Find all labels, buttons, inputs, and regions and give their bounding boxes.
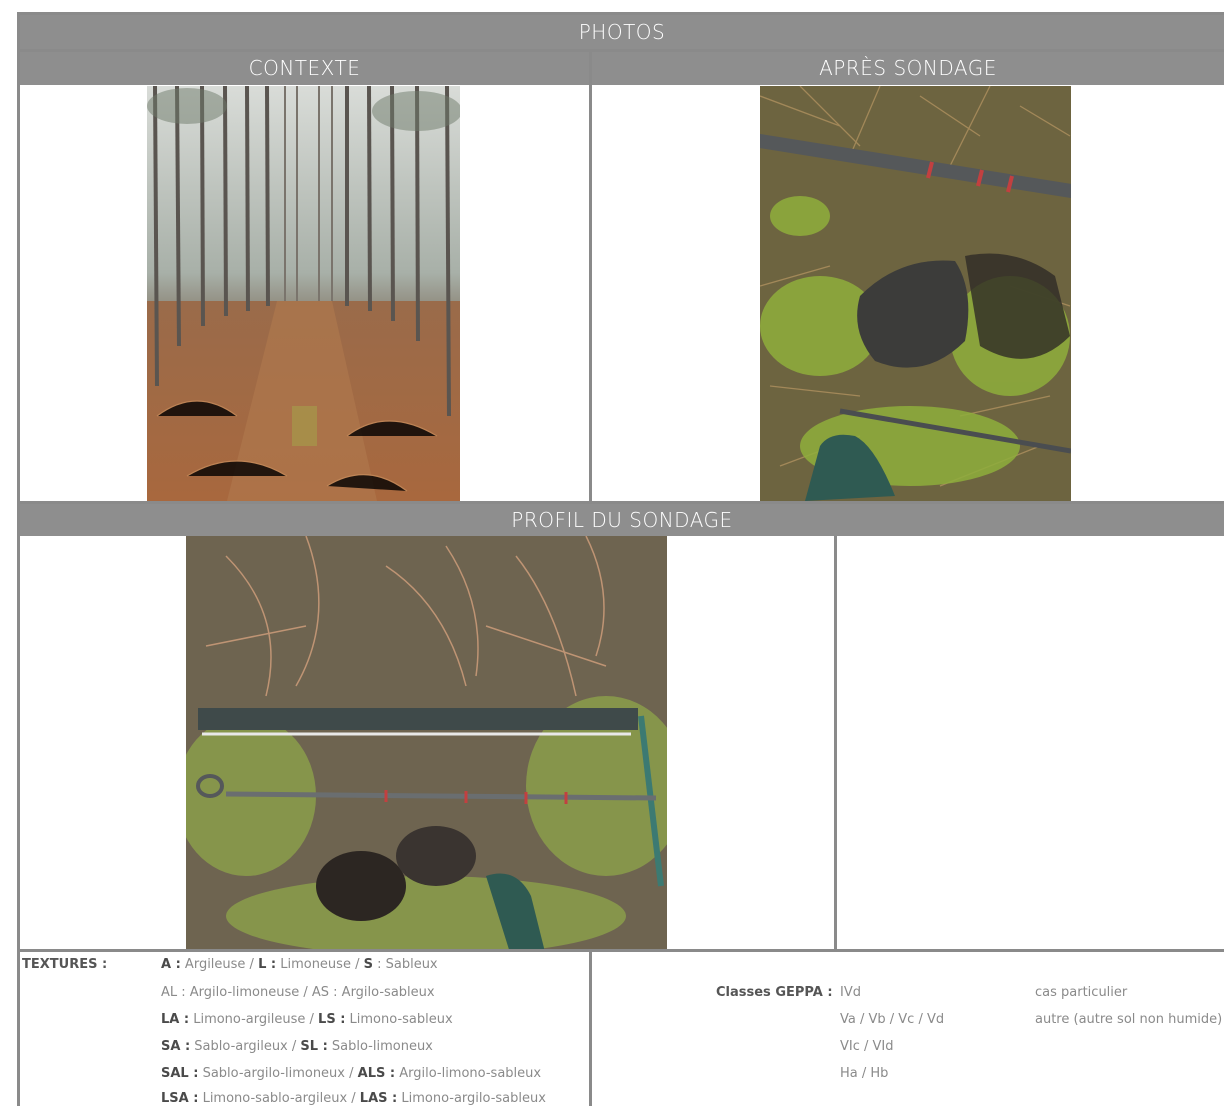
context-forest-photo xyxy=(147,86,460,501)
profile-photo xyxy=(186,536,667,949)
apres-sondage-header: APRÈS SONDAGE xyxy=(592,52,1224,85)
column-divider xyxy=(834,536,837,950)
photos-header: PHOTOS xyxy=(20,15,1224,49)
divider xyxy=(20,949,1224,952)
contexte-title: CONTEXTE xyxy=(248,56,361,80)
profil-header: PROFIL DU SONDAGE xyxy=(20,504,1224,536)
geppa-label: Classes GEPPA : xyxy=(716,985,833,1000)
geppa-class: Va / Vb / Vc / Vd xyxy=(840,1012,945,1027)
profil-title: PROFIL DU SONDAGE xyxy=(511,508,733,532)
texture-line: AL : Argilo-limoneuse / AS : Argilo-sabl… xyxy=(161,985,435,1000)
texture-line: SAL : Sablo-argilo-limoneux / ALS : Argi… xyxy=(161,1066,542,1081)
texture-line: SA : Sablo-argileux / SL : Sablo-limoneu… xyxy=(161,1039,433,1054)
column-divider xyxy=(589,52,592,501)
geppa-class: IVd xyxy=(840,985,861,1000)
geppa-note: cas particulier xyxy=(1035,985,1128,1000)
textures-label: TEXTURES : xyxy=(22,957,108,972)
geppa-class: VIc / VId xyxy=(840,1039,894,1054)
geppa-class: Ha / Hb xyxy=(840,1066,889,1081)
texture-line: LSA : Limono-sablo-argileux / LAS : Limo… xyxy=(161,1091,546,1106)
geppa-note: autre (autre sol non humide) xyxy=(1035,1012,1223,1027)
after-sondage-photo xyxy=(760,86,1071,501)
texture-line: A : Argileuse / L : Limoneuse / S : Sabl… xyxy=(161,957,438,972)
photos-title: PHOTOS xyxy=(578,20,666,44)
column-divider xyxy=(589,952,592,1106)
apres-sondage-title: APRÈS SONDAGE xyxy=(819,56,997,80)
contexte-header: CONTEXTE xyxy=(20,52,589,85)
texture-line: LA : Limono-argileuse / LS : Limono-sabl… xyxy=(161,1012,453,1027)
